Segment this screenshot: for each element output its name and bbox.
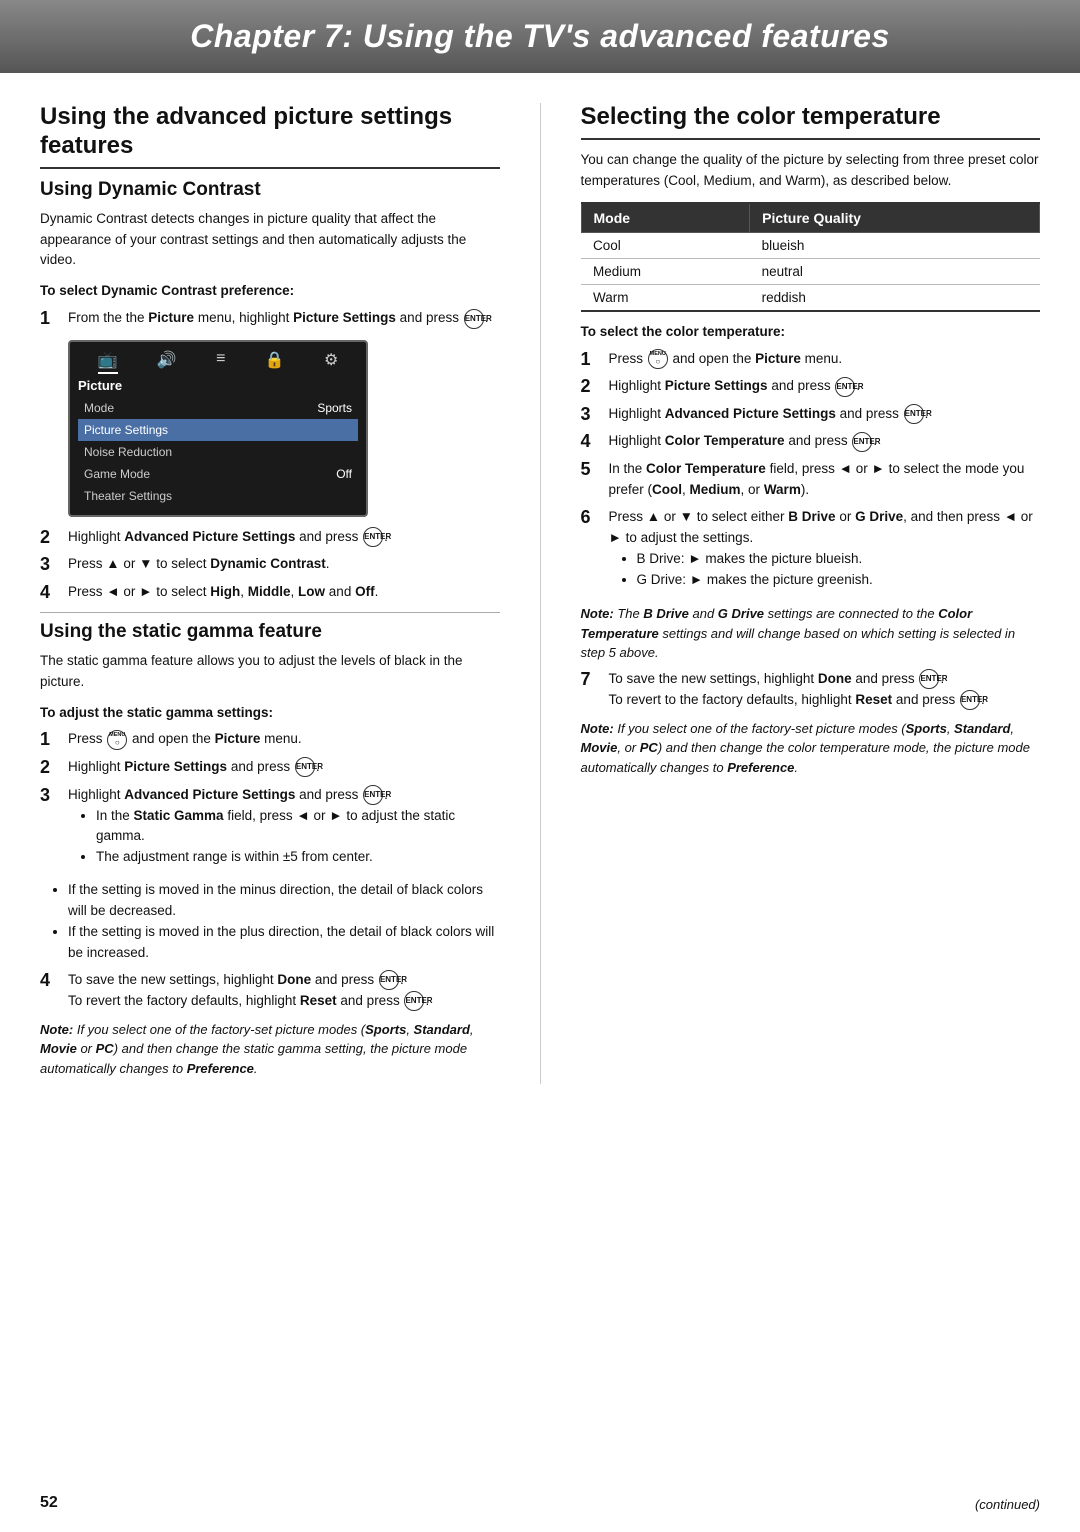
enter-button-4: ENTER <box>363 785 383 805</box>
menu-button-right: MENU○ <box>648 349 668 369</box>
note-factory-modes: Note: If you select one of the factory-s… <box>581 719 1041 778</box>
enter-button-r4: ENTER <box>852 432 872 452</box>
step-1-1: From the the Picture menu, highlight Pic… <box>40 308 500 330</box>
page-number: 52 <box>40 1494 58 1512</box>
chapter-title: Chapter 7: Using the TV's advanced featu… <box>40 18 1040 55</box>
step-heading-1: To select Dynamic Contrast preference: <box>40 281 500 302</box>
step-2-4: To save the new settings, highlight Done… <box>40 970 500 1012</box>
tv-menu-item-mode: ModeSports <box>78 397 358 419</box>
tv-icon-settings: ≡ <box>216 350 225 374</box>
steps-list-1b: Highlight Advanced Picture Settings and … <box>40 527 500 604</box>
step-heading-2: To adjust the static gamma settings: <box>40 703 500 724</box>
table-header-quality: Picture Quality <box>750 203 1040 233</box>
step-r-1: Press MENU○ and open the Picture menu. <box>581 349 1041 371</box>
step-r-7: To save the new settings, highlight Done… <box>581 669 1041 711</box>
table-cell-medium-quality: neutral <box>750 258 1040 284</box>
enter-button-r7b: ENTER <box>960 690 980 710</box>
tv-screenshot-container: 📺 🔊 ≡ 🔒 ⚙ Picture ModeSports Picture Set… <box>68 340 500 517</box>
enter-button-3: ENTER <box>295 757 315 777</box>
bullet-g-drive: G Drive: ► makes the picture greenish. <box>637 570 1041 591</box>
bullet-static-gamma: In the Static Gamma field, press ◄ or ► … <box>96 806 500 848</box>
bullet-adjustment-range: The adjustment range is within ±5 from c… <box>96 847 500 868</box>
step-r-2: Highlight Picture Settings and press ENT… <box>581 376 1041 398</box>
steps-list-2: Press MENU○ and open the Picture menu. H… <box>40 729 500 874</box>
continued-label: (continued) <box>975 1497 1040 1512</box>
subsection-dynamic-contrast: Using Dynamic Contrast Dynamic Contrast … <box>40 179 500 604</box>
tv-menu-item-picture-settings: Picture Settings <box>78 419 358 441</box>
bullet-b-drive: B Drive: ► makes the picture blueish. <box>637 549 1041 570</box>
tv-screenshot: 📺 🔊 ≡ 🔒 ⚙ Picture ModeSports Picture Set… <box>68 340 368 517</box>
subsection-title-2: Using the static gamma feature <box>40 621 500 643</box>
enter-button-r7a: ENTER <box>919 669 939 689</box>
color-temp-table: Mode Picture Quality Cool blueish Medium… <box>581 202 1041 312</box>
section-title-right: Selecting the color temperature <box>581 103 1041 140</box>
table-cell-cool-quality: blueish <box>750 232 1040 258</box>
enter-button-6: ENTER <box>404 991 424 1011</box>
table-cell-warm-quality: reddish <box>750 284 1040 311</box>
color-temp-intro: You can change the quality of the pictur… <box>581 150 1041 192</box>
tv-menu-item-noise: Noise Reduction <box>78 441 358 463</box>
step-heading-color-temp: To select the color temperature: <box>581 322 1041 343</box>
step-1-4: Press ◄ or ► to select High, Middle, Low… <box>40 582 500 604</box>
table-cell-medium-mode: Medium <box>581 258 750 284</box>
step-1-2: Highlight Advanced Picture Settings and … <box>40 527 500 549</box>
tv-menu-label: Picture <box>78 378 358 393</box>
main-content: Using the advanced picture settings feat… <box>0 73 1080 1114</box>
tv-icon-setup: ⚙ <box>324 350 338 374</box>
step-2-3-bullets: In the Static Gamma field, press ◄ or ► … <box>96 806 500 869</box>
tv-top-icons: 📺 🔊 ≡ 🔒 ⚙ <box>78 350 358 374</box>
enter-button: ENTER <box>464 309 484 329</box>
step-2-2: Highlight Picture Settings and press ENT… <box>40 757 500 779</box>
steps-list-right: Press MENU○ and open the Picture menu. H… <box>581 349 1041 597</box>
table-row-cool: Cool blueish <box>581 232 1040 258</box>
steps-list-right-b: To save the new settings, highlight Done… <box>581 669 1041 711</box>
step-2-1: Press MENU○ and open the Picture menu. <box>40 729 500 751</box>
enter-button-2: ENTER <box>363 527 383 547</box>
right-column: Selecting the color temperature You can … <box>581 103 1041 1084</box>
step-r-3: Highlight Advanced Picture Settings and … <box>581 404 1041 426</box>
bullet-plus-direction: If the setting is moved in the plus dire… <box>68 922 500 964</box>
tv-icon-audio: 🔊 <box>157 350 177 374</box>
enter-button-5: ENTER <box>379 970 399 990</box>
left-column: Using the advanced picture settings feat… <box>40 103 500 1084</box>
static-gamma-intro: The static gamma feature allows you to a… <box>40 651 500 693</box>
table-cell-warm-mode: Warm <box>581 284 750 311</box>
step-r-4: Highlight Color Temperature and press EN… <box>581 431 1041 453</box>
menu-button: MENU○ <box>107 730 127 750</box>
enter-button-r2: ENTER <box>835 377 855 397</box>
chapter-header: Chapter 7: Using the TV's advanced featu… <box>0 0 1080 73</box>
bullet-minus-direction: If the setting is moved in the minus dir… <box>68 880 500 922</box>
table-row-medium: Medium neutral <box>581 258 1040 284</box>
column-divider <box>540 103 541 1084</box>
section-title-left: Using the advanced picture settings feat… <box>40 103 500 169</box>
tv-icon-lock: 🔒 <box>265 350 285 374</box>
enter-button-r3: ENTER <box>904 404 924 424</box>
steps-list-2b: To save the new settings, highlight Done… <box>40 970 500 1012</box>
note-bdrive-gdrive: Note: The B Drive and G Drive settings a… <box>581 604 1041 663</box>
tv-icon-picture: 📺 <box>98 350 118 374</box>
subsection-title-1: Using Dynamic Contrast <box>40 179 500 201</box>
table-cell-cool-mode: Cool <box>581 232 750 258</box>
note-static-gamma: Note: If you select one of the factory-s… <box>40 1020 500 1079</box>
subsection-static-gamma: Using the static gamma feature The stati… <box>40 621 500 1079</box>
divider-1 <box>40 612 500 613</box>
tv-menu-item-theater: Theater Settings <box>78 485 358 507</box>
bullets-after-step3: If the setting is moved in the minus dir… <box>68 880 500 964</box>
step-r-6-bullets: B Drive: ► makes the picture blueish. G … <box>637 549 1041 591</box>
steps-list-1: From the the Picture menu, highlight Pic… <box>40 308 500 330</box>
dynamic-contrast-intro: Dynamic Contrast detects changes in pict… <box>40 209 500 272</box>
table-row-warm: Warm reddish <box>581 284 1040 311</box>
step-2-3: Highlight Advanced Picture Settings and … <box>40 785 500 875</box>
step-1-3: Press ▲ or ▼ to select Dynamic Contrast. <box>40 554 500 576</box>
tv-menu-item-game: Game ModeOff <box>78 463 358 485</box>
table-header-mode: Mode <box>581 203 750 233</box>
step-r-5: In the Color Temperature field, press ◄ … <box>581 459 1041 501</box>
step-r-6: Press ▲ or ▼ to select either B Drive or… <box>581 507 1041 597</box>
